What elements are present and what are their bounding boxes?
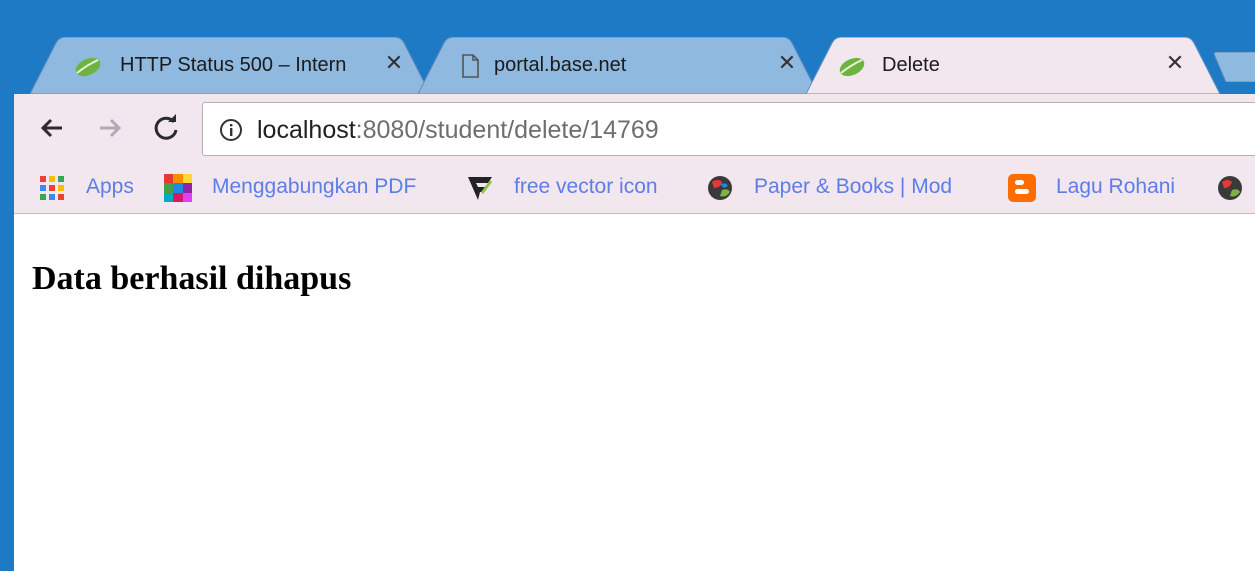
new-tab-button[interactable] <box>1213 51 1255 83</box>
bookmark-menggabungkan-pdf[interactable]: Menggabungkan PDF <box>164 174 440 202</box>
spring-leaf-icon <box>74 53 102 79</box>
bookmark-label: Paper & Books | Mod <box>754 175 953 198</box>
bookmark-apps[interactable]: Apps <box>38 174 158 202</box>
url-text[interactable]: localhost:8080/student/delete/14769 <box>257 116 659 145</box>
arrow-left-icon[interactable] <box>36 112 68 144</box>
tab-http-status-500[interactable]: HTTP Status 500 – Intern ✕ <box>30 37 430 94</box>
address-bar[interactable]: localhost:8080/student/delete/14769 <box>202 102 1255 156</box>
tab-portal-base-net[interactable]: portal.base.net ✕ <box>418 37 818 94</box>
tab-title: Delete <box>882 54 940 76</box>
tab-delete-active[interactable]: Delete ✕ <box>806 37 1220 94</box>
close-icon[interactable]: ✕ <box>1163 51 1187 75</box>
browser-window: HTTP Status 500 – Intern ✕ portal.base.n… <box>14 0 1255 571</box>
url-path: :8080/student/delete/14769 <box>355 116 659 144</box>
info-icon[interactable] <box>219 118 243 142</box>
close-icon[interactable]: ✕ <box>775 51 799 75</box>
arrow-right-icon[interactable] <box>94 112 126 144</box>
color-grid-icon <box>164 174 192 202</box>
close-icon[interactable]: ✕ <box>382 51 406 75</box>
reload-icon[interactable] <box>150 112 182 144</box>
page-heading: Data berhasil dihapus <box>32 260 352 297</box>
page-content: Data berhasil dihapus <box>14 214 1255 571</box>
bookmark-label: Menggabungkan PDF <box>212 175 417 198</box>
bookmark-paper-books[interactable]: Paper & Books | Mod <box>706 174 986 202</box>
window-frame-left <box>0 0 14 571</box>
bookmark-free-vector-icon[interactable]: free vector icon <box>466 174 696 202</box>
bookmark-label: Apps <box>86 175 134 198</box>
document-icon <box>456 53 484 79</box>
bookmark-label: free vector icon <box>514 175 658 198</box>
apps-grid-icon <box>38 174 66 202</box>
tab-title: HTTP Status 500 – Intern <box>120 54 347 76</box>
globe-icon <box>1216 174 1244 202</box>
bookmark-lagu-rohani[interactable]: Lagu Rohani <box>1008 174 1198 202</box>
blogger-icon <box>1008 174 1036 202</box>
url-host: localhost <box>257 116 356 144</box>
bookmark-overflow[interactable] <box>1216 174 1252 202</box>
tab-strip: HTTP Status 500 – Intern ✕ portal.base.n… <box>14 0 1255 94</box>
navigation-toolbar: localhost:8080/student/delete/14769 <box>14 94 1255 164</box>
tab-title: portal.base.net <box>494 54 627 76</box>
freepik-icon <box>466 174 494 202</box>
spring-leaf-icon <box>838 53 866 79</box>
bookmarks-bar: Apps Menggabungkan PDF free vector icon <box>14 164 1255 214</box>
globe-icon <box>706 174 734 202</box>
bookmark-label: Lagu Rohani <box>1056 175 1176 198</box>
